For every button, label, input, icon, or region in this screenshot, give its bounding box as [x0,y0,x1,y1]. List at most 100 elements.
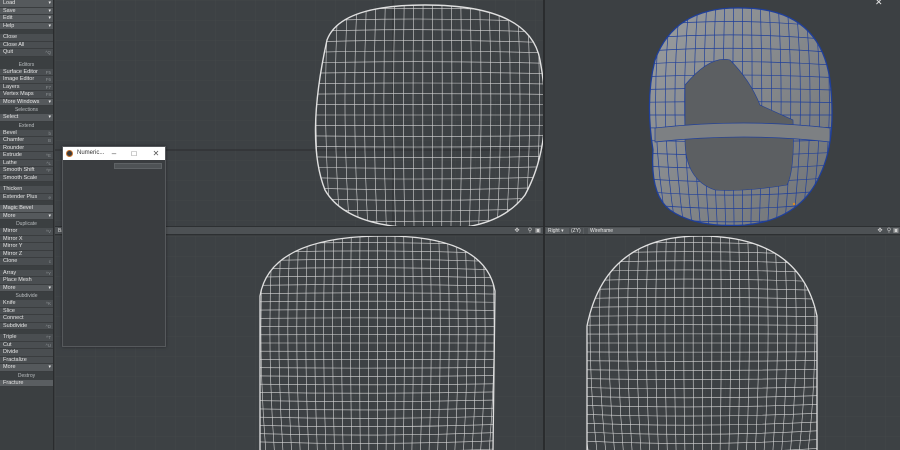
shortcut-label: ^E [45,153,51,158]
toolbar-button-smooth-shift[interactable]: Smooth Shift ^F [0,167,53,175]
toolbar-button-label: Layers [3,83,20,90]
toolbar-button-help[interactable]: Help ▾ [0,22,53,30]
shortcut-label: B [47,138,51,143]
wireframe-side-mesh [545,236,900,450]
toolbar-button-layers[interactable]: Layers F7 [0,83,53,91]
toolbar-button-subdivide[interactable]: Subdivide ^D [0,322,53,330]
toolbar-button-label: Mirror [3,228,18,234]
toolbar-button-more[interactable]: More ▾ [0,212,53,220]
shaded-helmet-mesh [648,7,833,226]
toolbar-button-label: Triple [3,334,17,340]
viewport-right[interactable] [545,236,900,450]
chevron-down-icon: ▾ [48,7,51,14]
toolbar-button-label: Lathe [3,159,17,166]
toolbar-button-slice[interactable]: Slice [0,307,53,315]
toolbar-button-label: Close [3,34,18,40]
toolbar-button-save[interactable]: Save ▾ [0,7,53,15]
toolbar-button-mirror-y[interactable]: Mirror Y [0,243,53,251]
toolbar-button-rounder[interactable]: Rounder [0,144,53,152]
toolbar-button-more[interactable]: More ▾ [0,284,53,292]
toolbar-button-label: More [3,284,16,291]
maximize-icon[interactable]: ▣ [535,228,541,234]
shortcut-label: F7 [45,84,51,90]
toolbar-button-thicken[interactable]: Thicken [0,186,53,194]
toolbar-button-edit[interactable]: Edit ▾ [0,15,53,23]
viewport-perspective[interactable] [545,0,900,226]
toolbar-button-select[interactable]: Select ▾ [0,114,53,122]
toolbar-button-extender-plus[interactable]: Extender Plus e [0,193,53,201]
toolbar-button-mirror-x[interactable]: Mirror X [0,235,53,243]
toolbar-button-mirror-z[interactable]: Mirror Z [0,250,53,258]
shortcut-label: ^Y [45,270,51,276]
toolbar-button-label: Close All [3,41,25,48]
toolbar-button-vertex-maps[interactable]: Vertex Maps F8 [0,91,53,99]
shortcut-label: ^T [46,335,51,340]
toolbar-button-quit[interactable]: Quit ^Q [0,49,53,57]
close-icon[interactable]: ✕ [149,148,163,159]
toolbar-button-magic-bevel[interactable]: Magic Bevel [0,205,53,213]
toolbar-button-close[interactable]: Close [0,34,53,42]
toolbar-button-cut[interactable]: Cut ^U [0,341,53,349]
toolbar-button-label: Surface Editor [3,68,38,75]
toolbar-button-chamfer[interactable]: Chamfer B [0,137,53,145]
toolbar-button-image-editor[interactable]: Image Editor F6 [0,76,53,84]
shortcut-label: ^K [45,301,51,306]
toolbar-button-label: Fracture [3,379,24,386]
shortcut-label: ^U [45,342,51,348]
toolbar-button-more[interactable]: More ▾ [0,364,53,372]
zoom-icon[interactable]: ⚲ [527,228,533,234]
toolbar-button-mirror[interactable]: Mirror ^V [0,228,53,236]
toolbar-button-triple[interactable]: Triple ^T [0,334,53,342]
toolbar-button-divide[interactable]: Divide [0,349,53,357]
viewport-divider[interactable] [543,0,545,450]
toolbar-button-fractalize[interactable]: Fractalize [0,356,53,364]
chevron-down-icon: ▾ [48,15,51,21]
axis-label: (ZY) [569,228,583,234]
toolbar-button-connect[interactable]: Connect [0,315,53,323]
render-mode-label: Wireframe [590,228,614,234]
toolbar-button-array[interactable]: Array ^Y [0,269,53,277]
toolbar-button-surface-editor[interactable]: Surface Editor F5 [0,68,53,76]
shortcut-label: e [48,194,51,200]
toolbar-button-more-windows[interactable]: More Windows ▾ [0,98,53,106]
toolbar-button-label: Place Mesh [3,277,32,283]
toolbar-button-label: More [3,364,16,370]
maximize-icon[interactable]: ▣ [893,228,899,234]
move-view-icon[interactable]: ✥ [514,228,520,234]
toolbar-button-label: Rounder [3,144,25,151]
shortcut-label: ^F [46,168,51,173]
shortcut-label: ^Q [45,50,51,55]
toolbar-button-load[interactable]: Load ▾ [0,0,53,8]
toolbar-button-extrude[interactable]: Extrude ^E [0,152,53,160]
toolbar-button-smooth-scale[interactable]: Smooth Scale [0,174,53,182]
move-view-icon[interactable]: ✥ [877,228,883,234]
chevron-down-icon: ▾ [48,22,51,29]
toolbar-button-label: Mirror X [3,235,23,242]
numeric-titlebar[interactable]: Numeric... – □ ✕ [63,147,165,160]
toolbar-button-label: Help [3,22,15,29]
toolbar-button-label: Select [3,114,19,120]
toolbar-button-label: Subdivide [3,322,28,329]
shortcut-label: ^D [45,323,51,329]
maximize-icon[interactable]: □ [127,148,141,159]
toolbar-button-bevel[interactable]: Bevel b [0,129,53,137]
toolbar-button-lathe[interactable]: Lathe ^L [0,159,53,167]
minimize-icon[interactable]: – [107,148,121,159]
toolbar-button-close-all[interactable]: Close All [0,41,53,49]
toolbar-button-label: Knife [3,300,16,306]
numeric-title: Numeric... [77,150,105,156]
chevron-down-icon: ▾ [561,228,564,234]
toolbar-button-place-mesh[interactable]: Place Mesh [0,277,53,285]
toolbar-button-label: Magic Bevel [3,205,33,211]
toolbar-button-label: More [3,212,16,219]
render-mode-dropdown[interactable]: Wireframe [588,228,640,234]
toolbar-button-fracture[interactable]: Fracture [0,379,53,387]
toolbar-button-knife[interactable]: Knife ^K [0,300,53,308]
numeric-options-bar[interactable] [114,163,162,169]
close-icon[interactable]: ✕ [875,0,883,8]
toolbar-button-label: Extrude [3,152,22,158]
zoom-icon[interactable]: ⚲ [886,228,892,234]
toolbar-button-clone[interactable]: Clone c [0,258,53,266]
toolbar-section-editors: Editors [0,60,53,69]
toolbar-button-label: Slice [3,307,15,314]
